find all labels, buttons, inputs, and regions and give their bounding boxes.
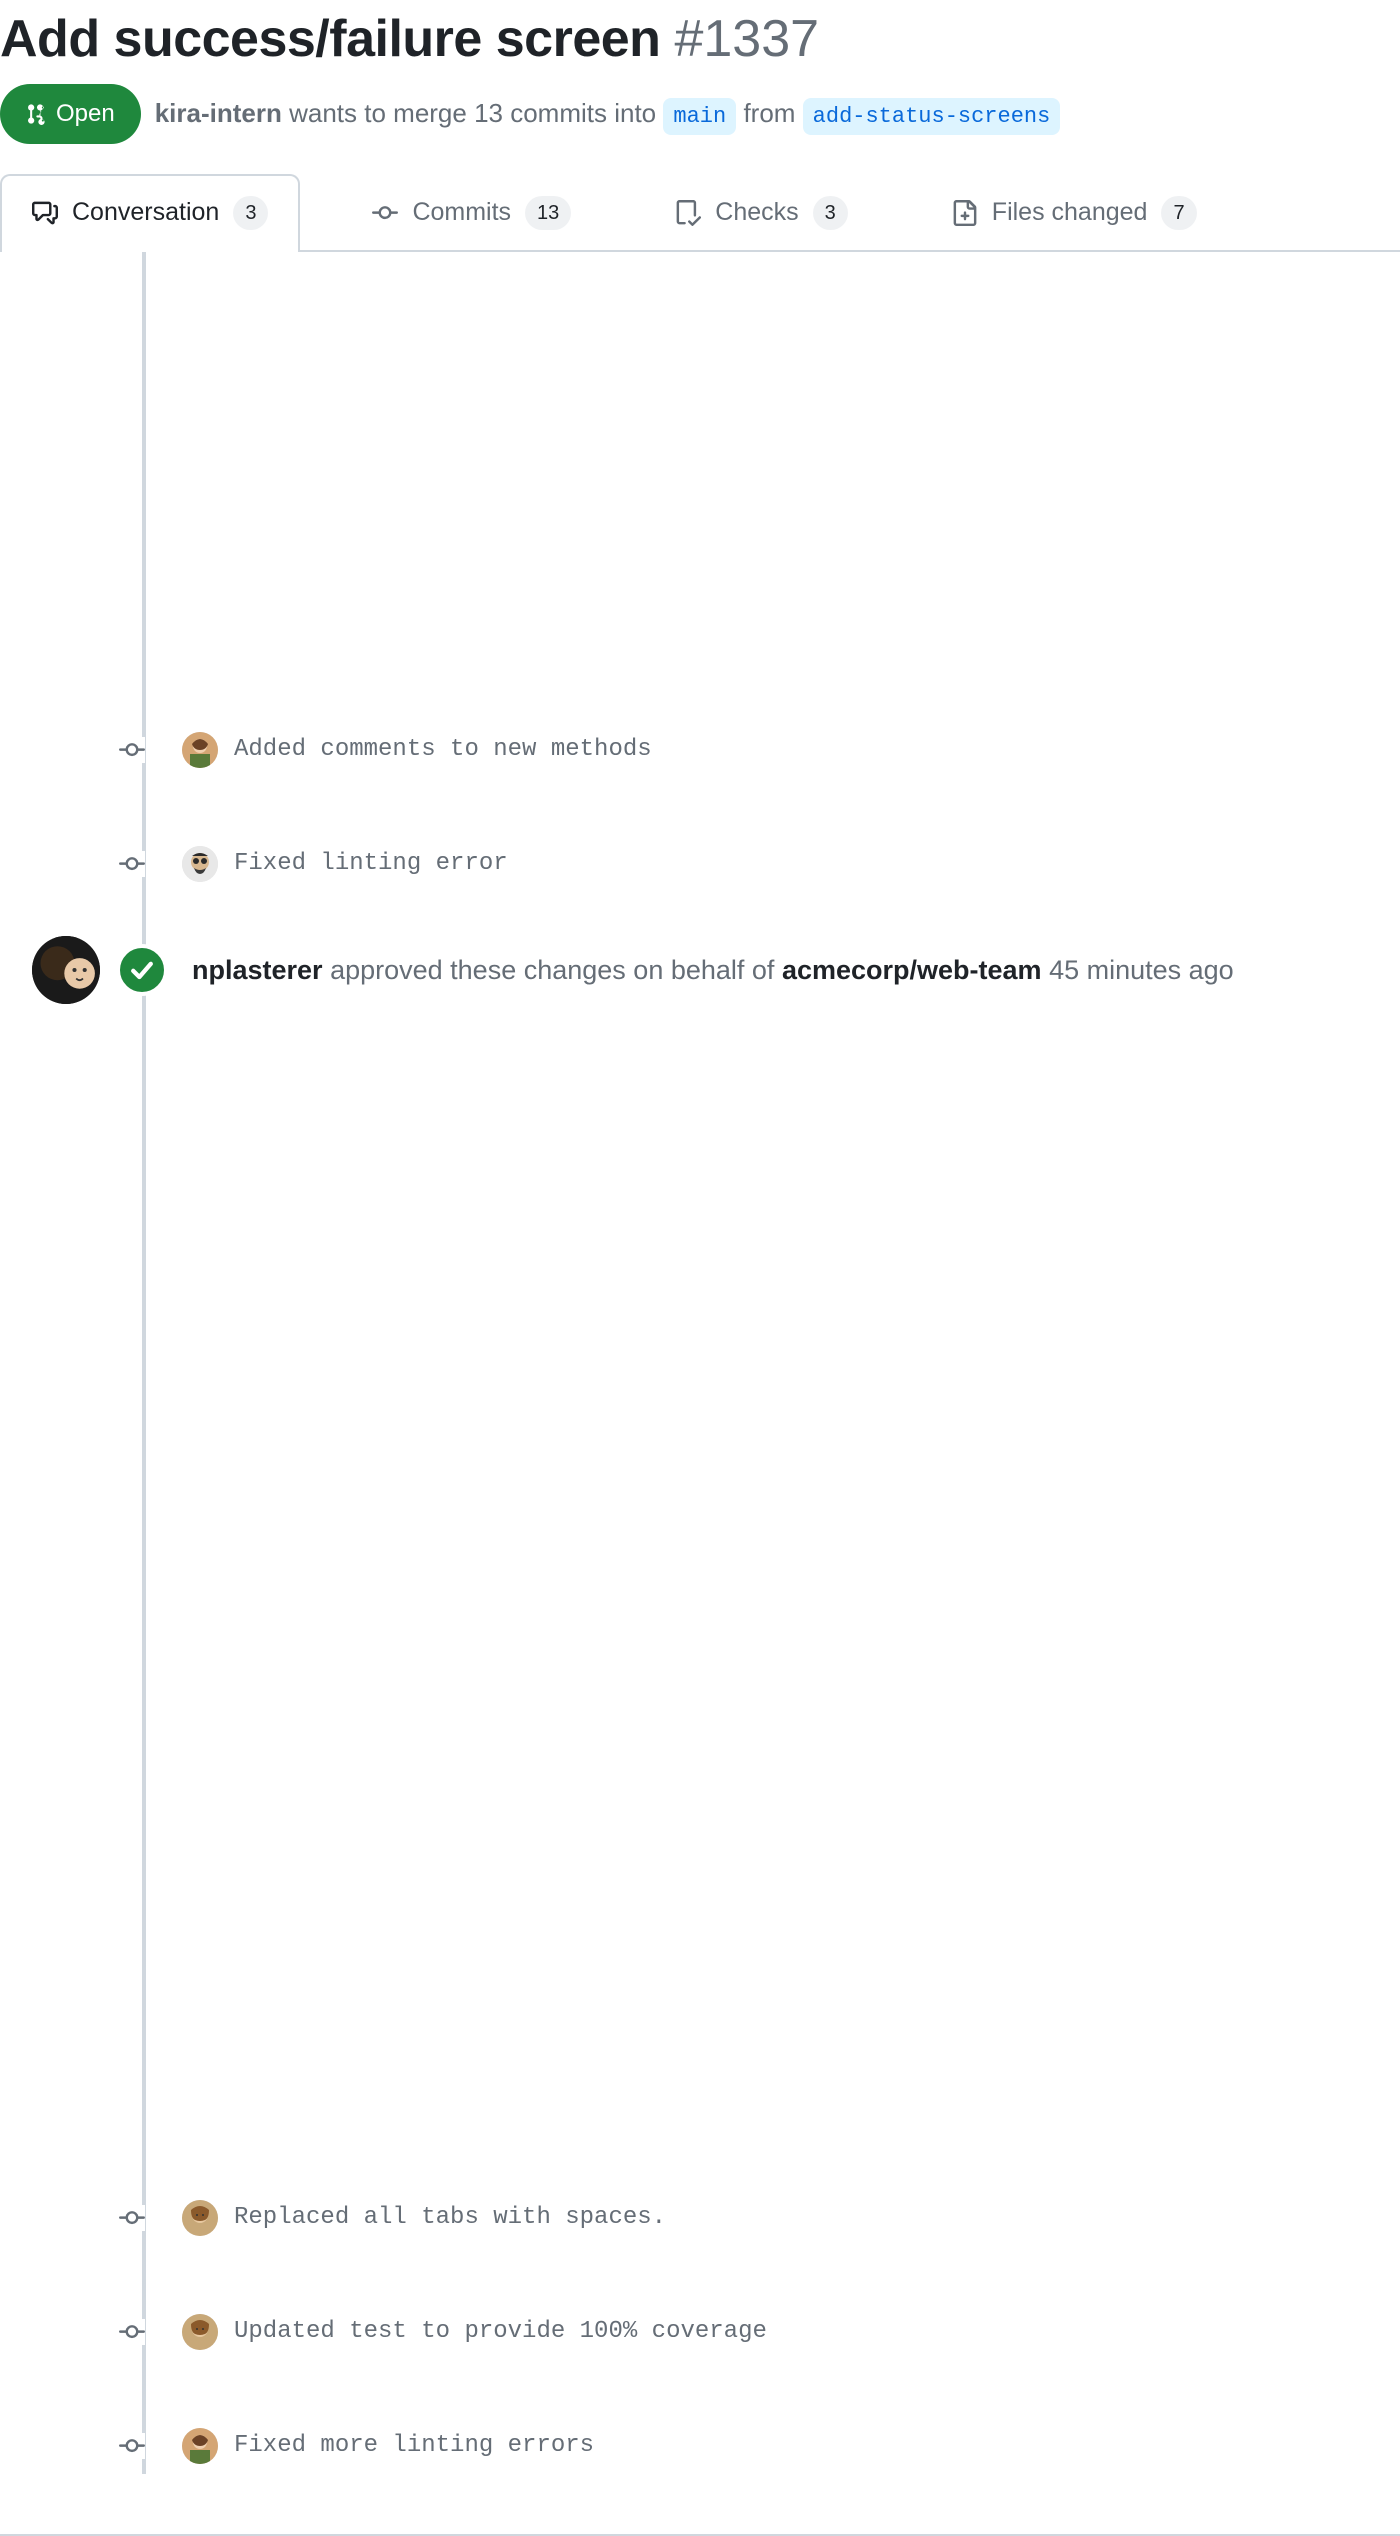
review-time: 45 minutes ago [1049,955,1234,985]
pr-header: Add success/failure screen #1337 Open ki… [0,0,1400,166]
commit-item: Updated test to provide 100% coverage [142,2304,1400,2360]
review-event: nplasterer approved these changes on beh… [142,950,1400,991]
pr-number: #1337 [674,0,819,78]
pr-state-label: Open [56,96,115,132]
tab-count: 3 [233,196,268,230]
tab-files-changed[interactable]: Files changed 7 [920,174,1229,252]
tab-label: Conversation [72,194,219,232]
git-commit-icon [119,2205,145,2231]
approved-badge [116,944,168,996]
commit-author-avatar[interactable] [182,2428,218,2464]
git-commit-icon [119,851,145,877]
tab-label: Files changed [992,194,1148,232]
commit-author-avatar[interactable] [182,732,218,768]
git-commit-icon [119,2319,145,2345]
tab-count: 7 [1161,196,1196,230]
check-icon [128,956,156,984]
reviewer-link[interactable]: nplasterer [192,955,323,985]
base-branch-chip[interactable]: main [663,98,736,135]
commit-item: Fixed linting error [142,836,1400,892]
commit-author-avatar[interactable] [182,846,218,882]
pr-meta-line: kira-intern wants to merge 13 commits in… [155,94,1061,135]
reviewer-avatar[interactable] [32,936,100,1004]
git-commit-icon [372,200,398,226]
tab-count: 13 [525,196,571,230]
pr-author-link[interactable]: kira-intern [155,98,282,128]
commit-item: Fixed more linting errors [142,2418,1400,2474]
commit-item: Replaced all tabs with spaces. [142,2190,1400,2246]
tab-count: 3 [813,196,848,230]
tab-conversation[interactable]: Conversation 3 [0,174,300,252]
tab-commits[interactable]: Commits 13 [340,174,603,252]
timeline-line [142,252,146,2475]
commit-author-avatar[interactable] [182,2200,218,2236]
compare-branch-chip[interactable]: add-status-screens [803,98,1061,135]
tab-label: Checks [715,194,798,232]
commit-message-link[interactable]: Replaced all tabs with spaces. [234,2200,666,2236]
commit-item: Added comments to new methods [142,722,1400,778]
commit-message-link[interactable]: Fixed linting error [234,846,508,882]
tab-checks[interactable]: Checks 3 [643,174,880,252]
checklist-icon [675,200,701,226]
tab-label: Commits [412,194,511,232]
git-pull-request-icon [26,103,48,125]
git-commit-icon [119,2433,145,2459]
commit-message-link[interactable]: Added comments to new methods [234,732,652,768]
pr-state-badge: Open [0,84,141,144]
git-commit-icon [119,737,145,763]
comment-discussion-icon [32,200,58,226]
team-link[interactable]: acmecorp/web-team [782,955,1042,985]
commit-message-link[interactable]: Fixed more linting errors [234,2428,594,2464]
commit-author-avatar[interactable] [182,2314,218,2350]
pr-title: Add success/failure screen [0,0,660,78]
commit-message-link[interactable]: Updated test to provide 100% coverage [234,2314,767,2350]
pr-tabs: Conversation 3 Commits 13 Checks 3 Files… [0,174,1400,252]
file-diff-icon [952,200,978,226]
timeline: Added comments to new methods Fixed linti… [0,252,1400,2475]
